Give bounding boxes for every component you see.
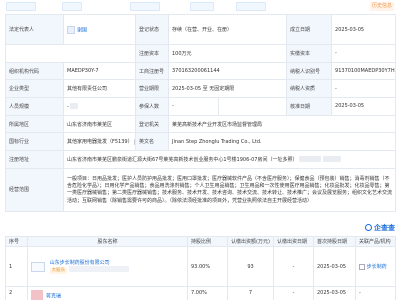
taxpayer-qual-label: 纳税人资质	[286, 79, 333, 99]
company-type-value: 其他有限责任公司	[63, 79, 136, 99]
org-code-label: 组织机构代码	[5, 61, 64, 81]
col-header-subscribe-date[interactable]: 认缴出资日期	[273, 236, 314, 247]
taxpayer-id-label: 纳税人识别号	[286, 61, 333, 81]
avatar	[67, 25, 75, 34]
scope-label: 经营范围	[5, 167, 64, 212]
product-icon	[359, 263, 365, 270]
history-button[interactable]: 历史信息	[370, 2, 394, 11]
industry-label: 国标行业	[5, 132, 64, 152]
related-product-link[interactable]: 步长制药	[367, 264, 387, 270]
legal-rep-name[interactable]: 谢国	[77, 27, 87, 33]
reg-capital-label: 注册资本	[135, 44, 169, 63]
industry-value: 其他家用电器批发（F5139）	[63, 132, 136, 152]
row-no: 2	[5, 286, 28, 300]
tab-chip[interactable]	[130, 2, 160, 11]
paid-capital-value: -	[331, 44, 397, 63]
biz-term-value: 2025-03-05 至 无固定期限	[167, 79, 288, 99]
col-header-first-hold[interactable]: 首次持股日期	[313, 236, 356, 247]
blurred-tag	[68, 266, 129, 273]
scope-value: 一般项目：日用品批发；医护人员防护用品批发；医用口罩批发；医疗器械软件产品（不含…	[62, 167, 397, 212]
biz-term-label: 营业期限	[135, 79, 169, 99]
qcc-icon	[365, 224, 372, 231]
english-value: Jinan Step Zhonglu Trading Co., Ltd.	[167, 132, 397, 152]
company-type-label: 企业类型	[5, 79, 64, 99]
col-header-amount[interactable]: 认缴出资额(万元)	[227, 236, 274, 247]
subscribe-date-value: -	[273, 246, 314, 287]
major-shareholder-badge: 大股东	[49, 267, 68, 274]
amount-value: 93	[227, 246, 274, 287]
english-label: 英文名	[135, 132, 169, 152]
col-header-related: 关联产品/机构	[355, 236, 396, 247]
tab-chip[interactable]	[236, 2, 266, 11]
top-tab-bar: 历史信息	[0, 0, 400, 14]
related-cell: 步长制药	[355, 246, 396, 287]
ratio-value: 93.00%	[187, 246, 228, 287]
row-no: 1	[5, 246, 28, 287]
tab-chip[interactable]	[190, 2, 214, 11]
insured-value: -	[168, 97, 219, 116]
est-date-label: 成立日期	[286, 14, 333, 45]
col-header-no: 序号	[5, 236, 28, 247]
table-row: 1 山东步长制药股份有限公司 大股东 93.00% 93 - 2025-03-0…	[5, 246, 396, 287]
address-value: 山东省济南市莱芜区鹏泉街道汇源大街67号莱芜高新技术创业服务中心1号楼1906-…	[62, 150, 397, 169]
col-header-ratio[interactable]: 持股比例	[187, 236, 228, 247]
org-code-value: MAEDP30Y-7	[63, 61, 136, 81]
legal-rep-label: 法定代表人	[5, 14, 64, 45]
table-row: 2 蒋克瑞 7.00% 7 - 2025-03-05 -	[5, 286, 396, 300]
blank-cell	[5, 44, 136, 63]
shareholder-cell: 山东步长制药股份有限公司 大股东	[27, 246, 188, 287]
reg-capital-value: 100万元	[167, 44, 288, 63]
biz-reg-no-label: 工商注册号	[135, 61, 169, 81]
taxpayer-qual-value: -	[331, 79, 397, 99]
shareholder-cell: 蒋克瑞	[27, 286, 188, 300]
est-date-value: 2025-03-05	[331, 14, 397, 45]
col-header-name: 股东名称	[27, 236, 188, 247]
tab-chip[interactable]	[6, 2, 36, 11]
authority-value: 莱芜高新技术产业开发区市场监督管理局	[167, 114, 397, 134]
address-label: 注册地址	[5, 150, 64, 169]
staff-size-label: 人员规模	[5, 97, 64, 116]
first-hold-date-value: 2025-03-05	[313, 286, 356, 300]
region-label: 所属地区	[5, 114, 64, 134]
staff-size-value: -	[63, 97, 136, 116]
biz-reg-no-value: 370163200061144	[167, 61, 288, 81]
related-value: -	[355, 286, 396, 300]
blank-cell	[217, 97, 288, 116]
approval-date-label: 核准日期	[286, 97, 333, 116]
shareholder-section-header: 企查查	[5, 222, 395, 234]
reg-status-label: 登记状态	[135, 14, 169, 45]
amount-value: 7	[227, 286, 274, 300]
tab-chip[interactable]	[62, 2, 82, 11]
subscribe-date-value: -	[273, 286, 314, 300]
business-info-table: 法定代表人 谢国 登记状态 存续（在营、开业、在册） 成立日期 2025-03-…	[5, 14, 397, 212]
approval-date-value: 2025-03-05	[331, 97, 397, 116]
authority-label: 登记机关	[135, 114, 169, 134]
ratio-value: 7.00%	[187, 286, 228, 300]
first-hold-date-value: 2025-03-05	[313, 246, 356, 287]
avatar	[31, 290, 43, 300]
shareholder-table: 序号 股东名称 持股比例 认缴出资额(万元) 认缴出资日期 首次持股日期 关联产…	[5, 236, 396, 300]
company-logo	[31, 261, 45, 272]
paid-capital-label: 实缴资本	[286, 44, 333, 63]
reg-status-value: 存续（在营、开业、在册）	[167, 14, 288, 45]
legal-rep-cell: 谢国	[63, 14, 136, 45]
shareholder-name-link[interactable]: 蒋克瑞	[46, 294, 61, 300]
insured-label: 参保人数	[135, 97, 169, 116]
region-value: 山东省济南市莱芜区	[63, 114, 136, 134]
brand-logo: 企查查	[365, 223, 395, 233]
taxpayer-id-value: 91370100MAEDP30Y7H	[331, 61, 397, 81]
